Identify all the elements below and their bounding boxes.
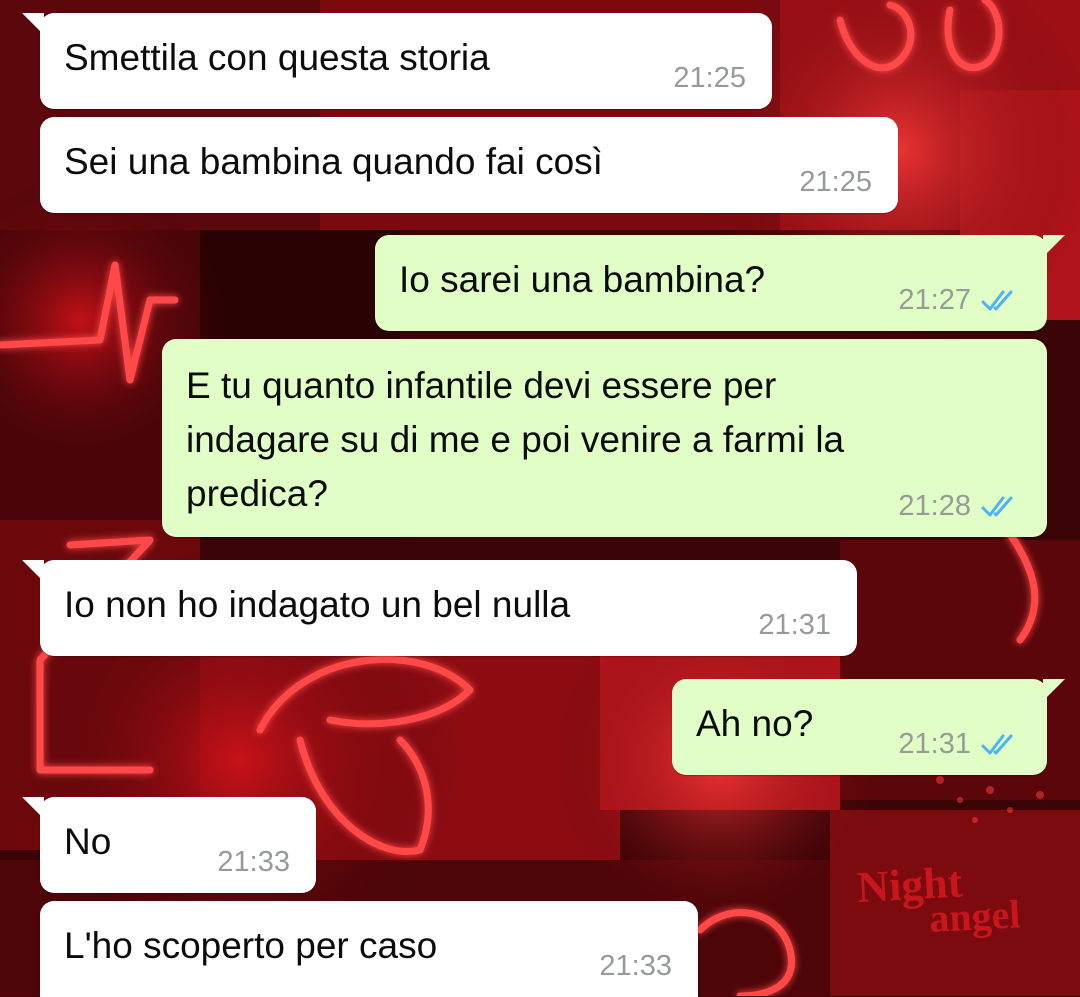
message-time: 21:25: [799, 166, 872, 198]
neon-sign-angel: angel: [928, 891, 1021, 941]
message-time: 21:27: [898, 284, 971, 316]
message-meta: 21:25: [673, 62, 746, 95]
incoming-message[interactable]: Sei una bambina quando fai così 21:25: [40, 117, 898, 213]
message-text: Ah no?: [696, 703, 814, 744]
message-meta: 21:31: [758, 609, 831, 642]
message-time: 21:33: [217, 846, 290, 878]
double-check-icon: [981, 734, 1013, 754]
double-check-icon: [981, 496, 1013, 516]
incoming-message[interactable]: No 21:33: [22, 797, 316, 893]
message-text: E tu quanto infantile devi essere per in…: [186, 365, 845, 514]
message-time: 21:31: [758, 609, 831, 641]
outgoing-message[interactable]: E tu quanto infantile devi essere per in…: [162, 339, 1047, 537]
message-text: No: [64, 821, 112, 862]
message-text: Io sarei una bambina?: [399, 259, 766, 300]
message-time: 21:33: [599, 950, 672, 982]
message-meta: 21:33: [599, 950, 672, 983]
message-time: 21:31: [898, 728, 971, 760]
incoming-message[interactable]: Smettila con questa storia 21:25: [22, 13, 772, 109]
message-meta: 21:33: [217, 846, 290, 879]
message-meta: 21:31: [898, 728, 1021, 761]
incoming-message[interactable]: L'ho scoperto per caso 21:33: [40, 901, 698, 997]
message-text: Smettila con questa storia: [64, 37, 490, 78]
message-meta: 21:27: [898, 284, 1021, 317]
message-time: 21:28: [898, 490, 971, 522]
message-meta: 21:28: [898, 490, 1021, 523]
message-text: Sei una bambina quando fai così: [64, 141, 603, 182]
message-text: Io non ho indagato un bel nulla: [64, 584, 571, 625]
outgoing-message[interactable]: Ah no? 21:31: [672, 679, 1065, 775]
message-time: 21:25: [673, 62, 746, 94]
message-meta: 21:25: [799, 166, 872, 199]
outgoing-message[interactable]: Io sarei una bambina? 21:27: [375, 235, 1065, 331]
incoming-message[interactable]: Io non ho indagato un bel nulla 21:31: [22, 560, 857, 656]
double-check-icon: [981, 290, 1013, 310]
message-text: L'ho scoperto per caso: [64, 925, 438, 966]
